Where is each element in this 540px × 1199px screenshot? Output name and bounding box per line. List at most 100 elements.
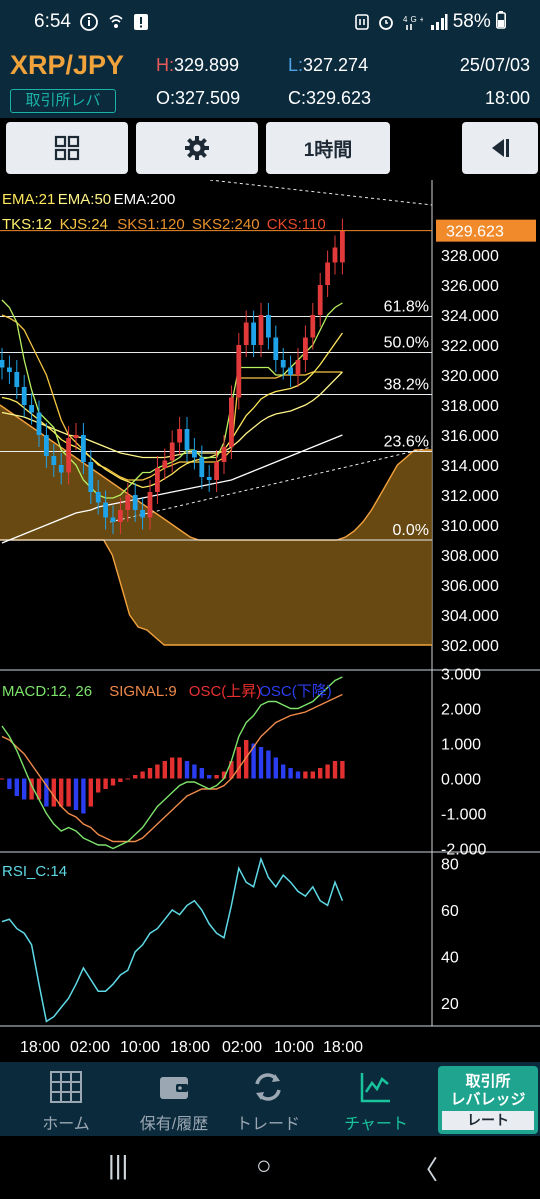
candle-body: [51, 456, 57, 465]
candle-body: [169, 442, 175, 461]
macd-osc-bar: [303, 771, 308, 779]
nav-home-label: ホーム: [42, 1116, 90, 1133]
back-button[interactable]: 〈: [412, 1150, 438, 1187]
macd-osc-bar: [170, 757, 175, 779]
home-button[interactable]: ○: [256, 1150, 272, 1181]
nav-trade[interactable]: トレード: [214, 1062, 322, 1136]
nav-chart-label: チャート: [344, 1116, 408, 1133]
candle-body: [66, 438, 71, 473]
price-tick-label: 306.000: [441, 578, 499, 595]
leverage-line1: 取引所: [465, 1073, 511, 1090]
macd-osc-bar: [125, 778, 130, 780]
candle-body: [192, 450, 197, 458]
candle-body: [73, 435, 79, 438]
bottom-navigation: ホーム 保有/履歴 トレード チャート 取引所 レバレッジ レート: [0, 1062, 540, 1136]
trade-arrows-icon: [255, 1073, 281, 1101]
macd-osc-bar: [258, 747, 264, 779]
layout-button[interactable]: [6, 122, 128, 174]
legend-ichimoku: SKS1:120: [117, 216, 185, 233]
macd-tick-label: 0.000: [441, 772, 481, 789]
candle-body: [44, 435, 49, 456]
svg-text:4G+: 4G+: [403, 15, 423, 24]
candle-body: [103, 502, 108, 518]
timeframe-button[interactable]: 1時間: [266, 122, 390, 174]
macd-osc-bar: [199, 768, 204, 779]
open-value: 327.509: [175, 88, 241, 108]
candle-body: [310, 315, 316, 338]
open-price: O:327.509: [156, 88, 240, 109]
macd-osc-bar: [22, 778, 27, 800]
nav-chart[interactable]: チャート: [322, 1062, 430, 1136]
macd-osc-bar: [88, 778, 93, 807]
macd-tick-label: 3.000: [441, 667, 481, 684]
leverage-rate-label: レート: [442, 1111, 534, 1130]
home-grid-icon: [50, 1071, 82, 1103]
legend-ichimoku: TKS:12: [2, 216, 52, 233]
rsi-tick-label: 80: [441, 857, 459, 874]
macd-tick-label: 1.000: [441, 737, 481, 754]
legend-ema: EMA:21: [2, 191, 55, 208]
candle-body: [251, 322, 256, 345]
price-tick-label: 328.000: [441, 248, 499, 265]
price-tick-label: 310.000: [441, 518, 499, 535]
price-tick-label: 320.000: [441, 368, 499, 385]
nav-holdings-label: 保有/履歴: [139, 1116, 209, 1133]
battery-icon: [496, 11, 506, 29]
time-tick-label: 02:00: [222, 1039, 262, 1056]
nav-holdings[interactable]: 保有/履歴: [120, 1062, 228, 1136]
macd-osc-bar: [236, 747, 241, 779]
candle-body: [95, 492, 101, 503]
legend-ema: EMA:50: [58, 191, 111, 208]
status-right-icons: 4G+: [354, 13, 448, 33]
macd-osc-bar: [110, 778, 116, 786]
rsi-tick-label: 60: [441, 903, 459, 920]
candle-body: [21, 387, 27, 405]
candle-body: [243, 322, 249, 345]
gear-icon: [185, 136, 209, 160]
rsi-tick-label: 20: [441, 996, 459, 1013]
chart-canvas[interactable]: 61.8% 50.0% 38.2% 23.6% 0.0% 329.623 328.000 32…: [0, 180, 540, 1062]
legend-ema: EMA:200: [114, 191, 176, 208]
candle-body: [177, 429, 182, 443]
fib-label-1: 50.0%: [384, 335, 429, 352]
macd-osc-bar: [103, 778, 108, 789]
fib-label-4: 0.0%: [393, 522, 429, 539]
macd-osc-bar: [0, 778, 5, 780]
status-left-icons: [80, 13, 149, 33]
nav-home[interactable]: ホーム: [12, 1062, 120, 1136]
candle-body: [258, 315, 264, 345]
candle-body: [273, 337, 279, 360]
candle-body: [236, 345, 242, 398]
battery-indicator: 58%: [453, 11, 506, 33]
time-tick-label: 18:00: [323, 1039, 363, 1056]
price-tick-label: 302.000: [441, 638, 499, 655]
legend-macd: OSC(下降): [259, 683, 332, 700]
exchange-leverage-rate-button[interactable]: 取引所 レバレッジ レート: [438, 1066, 538, 1134]
candle-body: [332, 247, 338, 263]
macd-osc-bar: [266, 750, 271, 779]
candle-body: [229, 397, 234, 447]
candle-body: [303, 337, 308, 360]
candle-body: [125, 495, 131, 510]
settings-button[interactable]: [136, 122, 258, 174]
collapse-panel-button[interactable]: [462, 122, 538, 174]
close-value: 329.623: [306, 88, 372, 108]
network-4g-icon: 4G+: [403, 15, 424, 30]
alert-icon: [134, 14, 149, 30]
candle-body: [288, 367, 293, 375]
price-tick-label: 326.000: [441, 278, 499, 295]
recents-button[interactable]: |||: [108, 1150, 128, 1181]
candle-body: [280, 360, 286, 368]
candle-body: [88, 462, 94, 492]
macd-osc-bar: [281, 764, 286, 779]
currency-pair-title[interactable]: XRP/JPY: [10, 50, 124, 81]
candle-time: 18:00: [484, 88, 530, 108]
macd-osc-bar: [147, 768, 153, 779]
chart-toolbar: 1時間: [0, 118, 540, 180]
macd-osc-bar: [207, 775, 212, 779]
candle-body: [14, 372, 20, 387]
chart-area[interactable]: 61.8% 50.0% 38.2% 23.6% 0.0% 329.623 328.000 32…: [0, 180, 540, 1062]
candle-body: [110, 517, 116, 522]
grid-icon: [54, 135, 80, 161]
candle-body: [0, 360, 5, 368]
